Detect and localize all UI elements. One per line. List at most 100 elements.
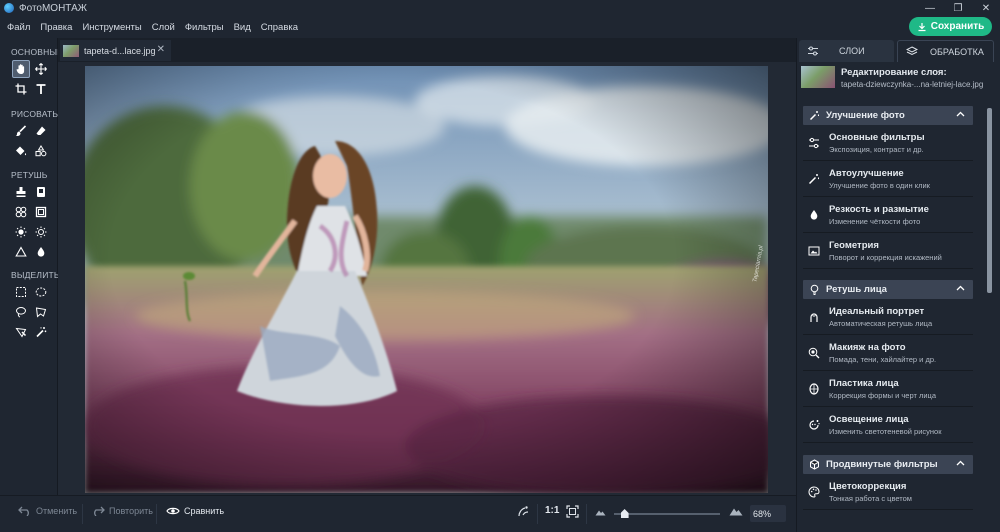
- hand-tool[interactable]: [12, 60, 30, 78]
- item-basic-filters[interactable]: Основные фильтры Экспозиция, контраст и д…: [803, 126, 973, 161]
- darken-tool[interactable]: [32, 223, 50, 241]
- restore-button[interactable]: ❐: [944, 0, 972, 16]
- photo-image: [85, 66, 768, 493]
- document-tab[interactable]: tapeta-d...lace.jpg ✕: [60, 40, 171, 61]
- divider: [586, 504, 587, 524]
- redo-button[interactable]: Повторить: [91, 506, 153, 516]
- download-icon: [918, 22, 926, 31]
- sliders-icon: [809, 137, 819, 149]
- panel-scrollbar[interactable]: [985, 106, 993, 532]
- item-title: Макияж на фото: [829, 342, 906, 353]
- magic-hand-icon: [518, 506, 529, 517]
- category-photo-enhance[interactable]: Улучшение фото: [803, 106, 973, 125]
- compare-button[interactable]: Сравнить: [166, 506, 224, 516]
- move-icon: [35, 63, 47, 75]
- stamp-icon: [16, 187, 26, 197]
- shapes-tool[interactable]: [32, 142, 50, 160]
- item-ideal-portrait[interactable]: Идеальный портрет Автоматическая ретушь л…: [803, 300, 973, 335]
- eye-icon: [166, 507, 180, 515]
- tab-processing[interactable]: ОБРАБОТКА: [897, 40, 994, 62]
- stamp-tool[interactable]: [12, 183, 30, 201]
- tab-layers[interactable]: СЛОИ: [799, 40, 894, 62]
- magic-select-icon: [15, 327, 27, 338]
- undo-icon: [18, 506, 29, 516]
- close-tab-icon[interactable]: ✕: [157, 44, 165, 55]
- fill-tool[interactable]: [12, 142, 30, 160]
- item-subtitle: Экспозиция, контраст и др.: [829, 145, 924, 154]
- category-face-retouch[interactable]: Ретушь лица: [803, 280, 973, 299]
- rect-select-tool[interactable]: [12, 283, 30, 301]
- minimize-button[interactable]: —: [916, 0, 944, 16]
- menu-layer[interactable]: Слой: [152, 22, 175, 33]
- item-title: Автоулучшение: [829, 168, 904, 179]
- app-title: ФотоМОНТАЖ: [19, 2, 87, 14]
- fit-screen-button[interactable]: [566, 505, 579, 518]
- scrollbar-thumb[interactable]: [987, 108, 992, 293]
- triangle-icon: [15, 246, 27, 257]
- divider: [82, 504, 83, 524]
- drop-icon: [37, 247, 45, 257]
- face-shape-icon: [809, 383, 819, 395]
- divider: [156, 504, 157, 524]
- save-button[interactable]: Сохранить: [909, 17, 992, 36]
- auto-enhance-button[interactable]: [517, 505, 530, 518]
- menu-file[interactable]: Файл: [7, 22, 30, 33]
- item-subtitle: Поворот и коррекция искажений: [829, 253, 942, 262]
- eraser-tool[interactable]: [32, 122, 50, 140]
- shapes-icon: [35, 145, 47, 157]
- section-basic-label: ОСНОВНЫЕ: [11, 47, 64, 57]
- item-face-plastic[interactable]: Пластика лица Коррекция формы и черт лица: [803, 372, 973, 407]
- sharpen-tool[interactable]: [12, 243, 30, 261]
- crop-tool[interactable]: [12, 80, 30, 98]
- zoom-slider[interactable]: [614, 513, 720, 515]
- magic-wand-tool[interactable]: [32, 323, 50, 341]
- menu-bar: Файл Правка Инструменты Слой Фильтры Вид…: [0, 16, 1000, 38]
- frame-icon: [35, 206, 47, 218]
- frame-tool[interactable]: [32, 203, 50, 221]
- category-label: Улучшение фото: [826, 110, 905, 121]
- zoom-in-button[interactable]: [729, 506, 743, 516]
- move-tool[interactable]: [32, 60, 50, 78]
- close-window-button[interactable]: ✕: [972, 0, 1000, 16]
- item-sharpness-blur[interactable]: Резкость и размытие Изменение чёткости фо…: [803, 198, 973, 233]
- magic-select-tool[interactable]: [12, 323, 30, 341]
- blur-tool[interactable]: [32, 243, 50, 261]
- divider: [537, 504, 538, 524]
- item-subtitle: Помада, тени, хайлайтер и др.: [829, 355, 937, 364]
- app-logo-icon: [4, 3, 14, 13]
- text-tool[interactable]: [32, 80, 50, 98]
- document-tabbar: tapeta-d...lace.jpg ✕: [58, 38, 796, 62]
- item-face-lighting[interactable]: Освещение лица Изменить светотеневой рису…: [803, 408, 973, 443]
- item-makeup[interactable]: Макияж на фото Помада, тени, хайлайтер и …: [803, 336, 973, 371]
- brightness-tool[interactable]: [12, 223, 30, 241]
- item-title: Цветокоррекция: [829, 481, 907, 492]
- item-auto-enhance[interactable]: Автоулучшение Улучшение фото в один клик: [803, 162, 973, 197]
- document-tab-title: tapeta-d...lace.jpg: [84, 45, 156, 56]
- chevron-up-icon: [956, 111, 965, 117]
- item-subtitle: Улучшение фото в один клик: [829, 181, 930, 190]
- item-color-correction[interactable]: Цветокоррекция Тонкая работа с цветом: [803, 475, 973, 510]
- zoom-out-button[interactable]: [595, 508, 606, 516]
- canvas-area[interactable]: Tapeciarnia.pl: [58, 62, 796, 495]
- photo-canvas[interactable]: Tapeciarnia.pl: [85, 66, 768, 493]
- menu-filters[interactable]: Фильтры: [185, 22, 224, 33]
- menu-view[interactable]: Вид: [234, 22, 251, 33]
- zoom-level-input[interactable]: 68%: [750, 505, 786, 522]
- face-bulb-icon: [810, 284, 819, 295]
- item-geometry[interactable]: Геометрия Поворот и коррекция искажений: [803, 234, 973, 269]
- zoom-slider-thumb[interactable]: [620, 509, 629, 518]
- healing-tool[interactable]: [12, 203, 30, 221]
- menu-help[interactable]: Справка: [261, 22, 298, 33]
- polygon-lasso-tool[interactable]: [32, 303, 50, 321]
- undo-button[interactable]: Отменить: [18, 506, 77, 516]
- compare-label: Сравнить: [184, 506, 225, 516]
- brush-tool[interactable]: [12, 122, 30, 140]
- actual-size-button[interactable]: 1:1: [545, 505, 559, 516]
- menu-edit[interactable]: Правка: [40, 22, 72, 33]
- lasso-tool[interactable]: [12, 303, 30, 321]
- patch-tool[interactable]: [32, 183, 50, 201]
- window-controls: — ❐ ✕: [916, 0, 1000, 16]
- category-advanced-filters[interactable]: Продвинутые фильтры: [803, 455, 973, 474]
- menu-tools[interactable]: Инструменты: [82, 22, 141, 33]
- ellipse-select-tool[interactable]: [32, 283, 50, 301]
